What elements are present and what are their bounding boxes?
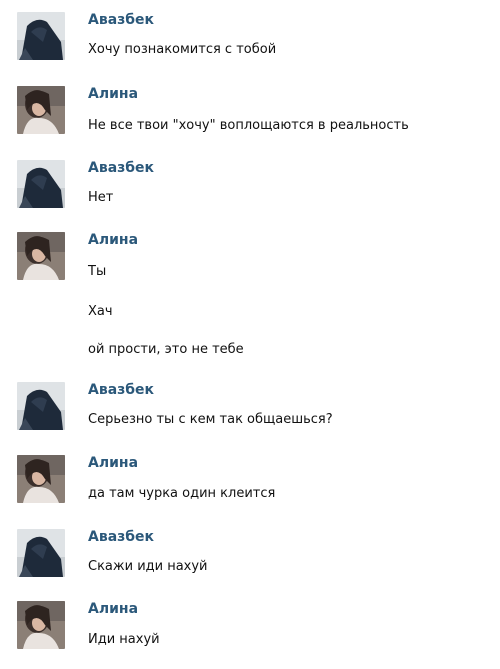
message-text: Нет: [88, 190, 114, 205]
message-text: Не все твои "хочу" воплощаются в реально…: [88, 118, 409, 133]
message-text: Иди нахуй: [88, 632, 160, 647]
avazbek-avatar-icon[interactable]: [17, 160, 65, 208]
message-text: Ты: [88, 264, 107, 279]
author-name[interactable]: Алина: [88, 86, 138, 102]
alina-avatar-icon[interactable]: [17, 86, 65, 134]
message-text: ой прости, это не тебе: [88, 342, 244, 357]
author-name[interactable]: Алина: [88, 601, 138, 617]
message-text: Хач: [88, 304, 113, 319]
avazbek-avatar-icon[interactable]: [17, 529, 65, 577]
author-name[interactable]: Авазбек: [88, 382, 154, 398]
avazbek-avatar-icon[interactable]: [17, 12, 65, 60]
author-name[interactable]: Авазбек: [88, 529, 154, 545]
alina-avatar-icon[interactable]: [17, 601, 65, 649]
author-name[interactable]: Алина: [88, 455, 138, 471]
author-name[interactable]: Алина: [88, 232, 138, 248]
message-text: Серьезно ты с кем так общаешься?: [88, 412, 333, 427]
message-text: Хочу познакомится с тобой: [88, 42, 277, 57]
author-name[interactable]: Авазбек: [88, 160, 154, 176]
message-text: Скажи иди нахуй: [88, 559, 208, 574]
author-name[interactable]: Авазбек: [88, 12, 154, 28]
alina-avatar-icon[interactable]: [17, 455, 65, 503]
alina-avatar-icon[interactable]: [17, 232, 65, 280]
avazbek-avatar-icon[interactable]: [17, 382, 65, 430]
message-text: да там чурка один клеится: [88, 486, 276, 501]
